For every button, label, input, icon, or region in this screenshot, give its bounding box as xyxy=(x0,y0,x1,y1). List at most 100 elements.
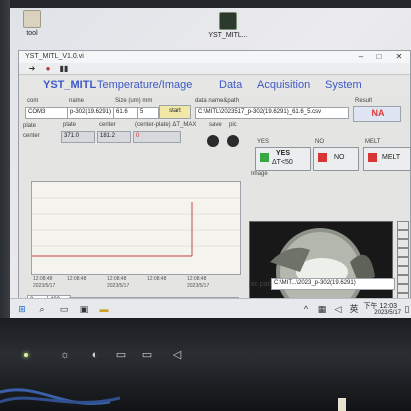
pan-tool-icon[interactable] xyxy=(397,230,409,239)
chart-plot-area xyxy=(32,197,240,257)
minimize-button[interactable]: – xyxy=(352,51,370,63)
windows-start-icon[interactable]: ⊞ xyxy=(16,303,28,315)
volume-icon[interactable]: ◁ xyxy=(332,303,344,315)
no-top-label: NO xyxy=(315,139,324,145)
maximize-button[interactable]: □ xyxy=(370,51,388,63)
pic-button[interactable] xyxy=(227,135,239,147)
pic-path-label: pic path xyxy=(249,281,274,288)
red-x-icon xyxy=(318,153,327,162)
x-tick-1: 12:08:48 xyxy=(67,276,87,282)
x-tick-2: 12:08:48 xyxy=(107,276,127,282)
green-square-icon xyxy=(260,153,269,162)
close-button[interactable]: ✕ xyxy=(390,51,408,63)
menu-icon[interactable]: ▭ xyxy=(114,348,128,362)
network-icon[interactable]: ▦ xyxy=(316,303,328,315)
save-label: save xyxy=(209,122,222,128)
yes-top-label: YES xyxy=(257,139,270,145)
red-square-icon xyxy=(368,153,377,162)
legend-center: center xyxy=(23,133,40,139)
speaker-icon[interactable]: ◁ xyxy=(170,348,184,362)
x-date-0: 2023/5/17 xyxy=(33,283,56,289)
labview-toolbar: ➔ ● ▮▮ xyxy=(19,63,410,75)
result-indicator: NA xyxy=(353,106,401,122)
center-label: center xyxy=(99,122,116,128)
size-field-2[interactable]: 5 xyxy=(137,107,159,119)
no-button[interactable]: NO xyxy=(313,147,359,171)
delta-value: 0 xyxy=(133,131,181,143)
x-tick-4: 12:08:48 xyxy=(187,276,207,282)
desktop-icon-ystmitl[interactable]: YST_MITL... xyxy=(200,12,256,39)
size-field[interactable]: 61.6 xyxy=(113,107,139,119)
data-path-field[interactable]: C:\MITL\2023517_p-302(19.6291)_61.6_5.cs… xyxy=(195,107,349,119)
pause-icon[interactable]: ▮▮ xyxy=(59,64,69,74)
display-icon[interactable]: ▭ xyxy=(140,348,154,362)
path-label: data name&path xyxy=(195,98,240,104)
select-tool-icon[interactable] xyxy=(397,239,409,248)
power-led-icon xyxy=(24,353,28,357)
freehand-tool-icon[interactable] xyxy=(397,284,409,293)
melt-top-label: MELT xyxy=(365,139,381,145)
monitor-bezel-left xyxy=(0,0,10,330)
x-tick-0: 12:08:48 xyxy=(33,276,53,282)
save-button[interactable] xyxy=(207,135,219,147)
plate-label: plate xyxy=(63,122,77,128)
x-date-4: 2023/5/17 xyxy=(187,283,210,289)
tray-chevron-icon[interactable]: ^ xyxy=(300,303,312,315)
folder-icon xyxy=(23,10,41,28)
image-label: Image xyxy=(251,171,268,177)
file-explorer-icon[interactable]: ▬ xyxy=(98,303,110,315)
legend-plate: plate xyxy=(23,123,37,129)
menu-data[interactable]: Data xyxy=(219,79,242,91)
pic-path-field[interactable]: C:\MIT...\2023_p-302(19.6291) xyxy=(271,278,395,290)
line-tool-icon[interactable] xyxy=(397,248,409,257)
menu-bar: YST_MITL Temperature/Image Data Acquisit… xyxy=(19,76,410,96)
abort-icon[interactable]: ● xyxy=(43,64,53,74)
desktop-icon-tool[interactable]: tool xyxy=(12,10,52,37)
sticker xyxy=(338,398,346,411)
name-field[interactable]: p-302(19.6291) xyxy=(67,107,115,119)
com-label: com xyxy=(27,98,39,104)
menu-system[interactable]: System xyxy=(325,79,362,91)
legend-box: plate center xyxy=(23,123,55,147)
window-titlebar[interactable]: YST_MITL_V1.0.vi – □ ✕ xyxy=(19,51,410,63)
monitor-controls: ☼ ◐ ▭ ▭ ◁ xyxy=(24,348,194,368)
desktop: tool YST_MITL... YST_MITL_V1.0.vi – □ ✕ … xyxy=(10,8,411,320)
menu-acquisition[interactable]: Acquisition xyxy=(257,79,310,91)
app-window: YST_MITL_V1.0.vi – □ ✕ ➔ ● ▮▮ YST_MITL T… xyxy=(18,50,411,317)
brightness-icon[interactable]: ☼ xyxy=(58,348,72,362)
polygon-tool-icon[interactable] xyxy=(397,275,409,284)
search-icon[interactable]: ⌕ xyxy=(36,303,48,315)
ime-icon[interactable]: 英 xyxy=(348,303,360,315)
desktop-icon-label: tool xyxy=(26,30,38,37)
yes-button[interactable]: YES ΔT<50 xyxy=(255,147,311,171)
melt-button[interactable]: MELT xyxy=(363,147,411,171)
com-select[interactable]: COM3 xyxy=(25,107,69,119)
run-arrow-icon[interactable]: ➔ xyxy=(27,64,37,74)
no-button-label: NO xyxy=(334,154,345,161)
desktop-icon-label: YST_MITL... xyxy=(208,32,248,39)
labview-app-icon xyxy=(219,12,237,30)
rect-tool-icon[interactable] xyxy=(397,257,409,266)
result-label: Result xyxy=(355,98,373,104)
yes-button-sub: ΔT<50 xyxy=(272,159,293,166)
task-view-icon[interactable]: ▭ xyxy=(58,303,70,315)
start-button[interactable]: start xyxy=(159,105,191,119)
notification-icon[interactable]: ▯ xyxy=(403,303,411,315)
temperature-chart xyxy=(31,181,241,275)
input-source-icon[interactable]: ◐ xyxy=(88,348,102,362)
x-tick-3: 12:08:48 xyxy=(147,276,167,282)
yes-button-label: YES xyxy=(276,150,291,157)
labview-taskbar-icon[interactable]: ▣ xyxy=(78,303,90,315)
center-value: 181.2 xyxy=(97,131,131,143)
melt-button-label: MELT xyxy=(382,154,401,161)
clock-date: 2023/5/17 xyxy=(374,310,401,316)
oval-tool-icon[interactable] xyxy=(397,266,409,275)
brand-title: YST_MITL xyxy=(43,79,97,91)
name-label: name xyxy=(69,98,85,104)
pic-label: pic xyxy=(229,122,237,128)
menu-temperature-image[interactable]: Temperature/Image xyxy=(97,79,192,91)
zoom-tool-icon[interactable] xyxy=(397,221,409,230)
start-label: start xyxy=(169,108,181,114)
size-label: Size (um) mm xyxy=(115,98,153,104)
x-date-2: 2023/5/17 xyxy=(107,283,130,289)
